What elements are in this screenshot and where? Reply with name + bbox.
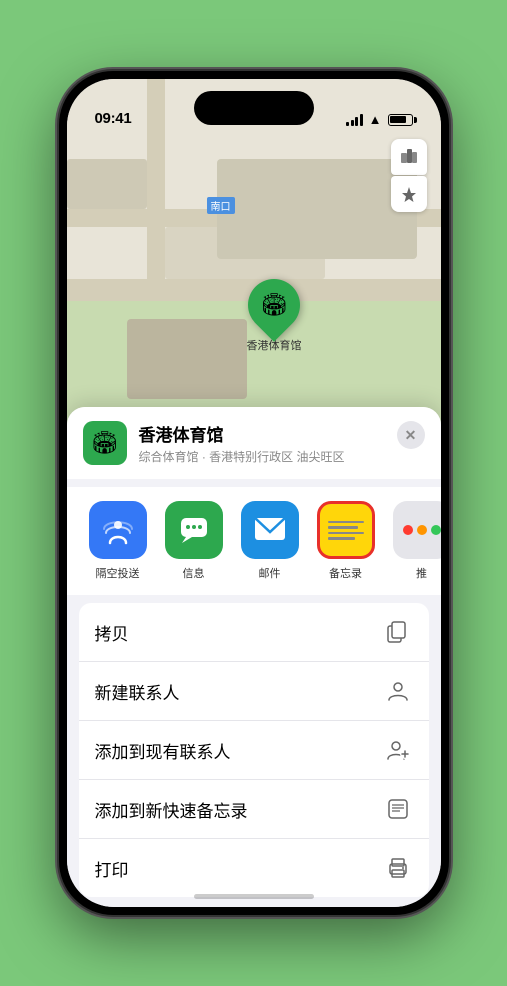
venue-icon: 🏟 (83, 421, 127, 465)
wifi-icon: ▲ (369, 112, 382, 127)
venue-info: 香港体育馆 综合体育馆 · 香港特别行政区 油尖旺区 (139, 421, 425, 465)
bottom-sheet: 🏟 香港体育馆 综合体育馆 · 香港特别行政区 油尖旺区 ✕ (67, 407, 441, 907)
close-button[interactable]: ✕ (397, 421, 425, 449)
notes-lines (328, 521, 364, 540)
share-item-airdrop[interactable]: 隔空投送 (83, 501, 153, 581)
share-item-messages[interactable]: 信息 (159, 501, 229, 581)
more-label: 推 (416, 565, 427, 581)
venue-name: 香港体育馆 (139, 421, 425, 446)
note-icon (383, 794, 413, 824)
action-new-contact-label: 新建联系人 (95, 679, 180, 704)
copy-icon (383, 617, 413, 647)
action-copy-label: 拷贝 (95, 620, 129, 645)
sheet-header: 🏟 香港体育馆 综合体育馆 · 香港特别行政区 油尖旺区 ✕ (67, 407, 441, 479)
map-building (127, 319, 247, 399)
action-print[interactable]: 打印 (79, 839, 429, 897)
venue-desc: 综合体育馆 · 香港特别行政区 油尖旺区 (139, 448, 425, 465)
action-add-existing[interactable]: 添加到现有联系人 (79, 721, 429, 780)
person-add-icon (383, 735, 413, 765)
location-button[interactable] (391, 176, 427, 212)
map-label-box: 南口 (207, 197, 235, 214)
mail-label: 邮件 (259, 565, 281, 581)
signal-bars-icon (346, 114, 363, 126)
action-quick-note-label: 添加到新快速备忘录 (95, 797, 248, 822)
status-icons: ▲ (346, 112, 412, 127)
pin-icon: 🏟 (260, 292, 288, 318)
map-block (67, 159, 147, 209)
stadium-pin: 🏟 香港体育馆 (247, 279, 302, 353)
action-new-contact[interactable]: 新建联系人 (79, 662, 429, 721)
share-item-notes[interactable]: 备忘录 (311, 501, 381, 581)
mail-icon (241, 501, 299, 559)
print-icon (383, 853, 413, 883)
pin-circle: 🏟 (237, 268, 311, 342)
home-indicator (194, 894, 314, 899)
notes-icon (317, 501, 375, 559)
airdrop-label: 隔空投送 (96, 565, 140, 581)
airdrop-icon (89, 501, 147, 559)
notes-label: 备忘录 (329, 565, 362, 581)
action-list: 拷贝 新建联系人 (79, 603, 429, 897)
action-add-existing-label: 添加到现有联系人 (95, 738, 231, 763)
map-block (217, 159, 417, 259)
share-item-more[interactable]: 推 (387, 501, 441, 581)
messages-icon (165, 501, 223, 559)
action-quick-note[interactable]: 添加到新快速备忘录 (79, 780, 429, 839)
dynamic-island (194, 91, 314, 125)
person-icon (383, 676, 413, 706)
phone-frame: 09:41 ▲ (59, 71, 449, 915)
map-label-container: 南口 (207, 197, 235, 214)
share-item-mail[interactable]: 邮件 (235, 501, 305, 581)
messages-label: 信息 (183, 565, 205, 581)
share-row: 隔空投送 信息 (67, 487, 441, 595)
action-copy[interactable]: 拷贝 (79, 603, 429, 662)
more-icon (393, 501, 441, 559)
action-print-label: 打印 (95, 856, 129, 881)
status-time: 09:41 (95, 110, 132, 127)
map-controls (391, 139, 427, 212)
phone-screen: 09:41 ▲ (67, 79, 441, 907)
map-type-button[interactable] (391, 139, 427, 175)
more-dots (403, 525, 441, 535)
battery-icon (388, 114, 413, 126)
